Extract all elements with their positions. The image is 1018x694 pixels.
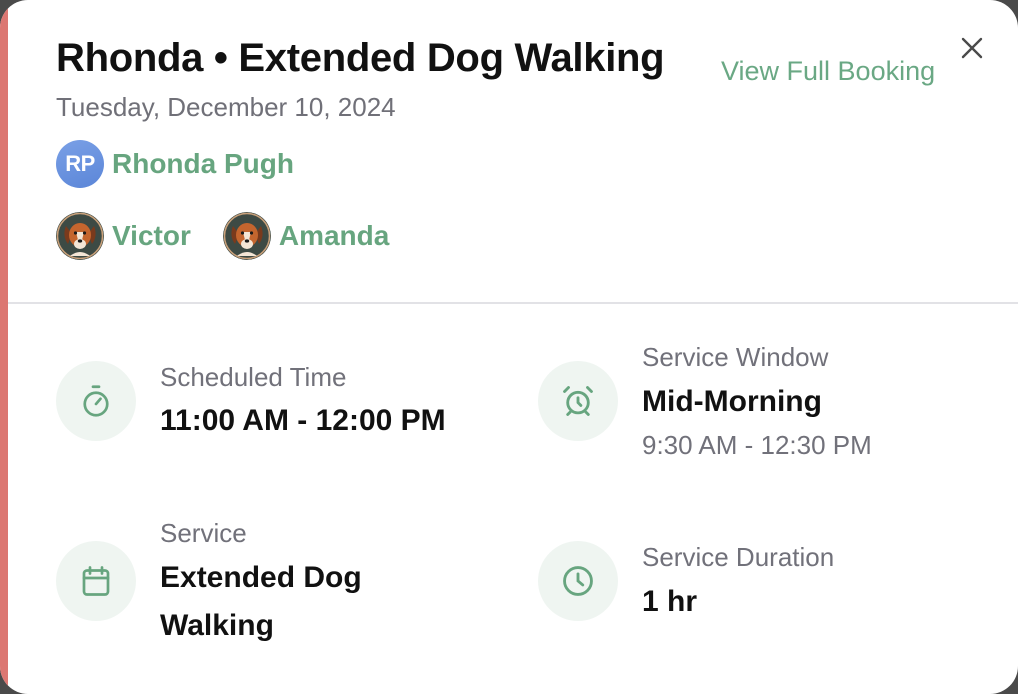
service-window-icon-badge [538,361,618,441]
service-duration-label: Service Duration [642,542,835,572]
service-duration-value: 1 hr [642,585,698,618]
client-row[interactable]: RP Rhonda Pugh [56,140,294,188]
alarm-clock-icon [563,386,593,416]
stopwatch-icon [83,385,109,417]
service-value-line1: Extended Dog [160,561,362,594]
status-accent-bar [0,0,8,694]
pet-item[interactable]: Amanda [222,212,390,260]
dog-avatar-icon [56,212,104,260]
scheduled-time-label: Scheduled Time [160,362,347,392]
pet-item[interactable]: Victor [56,212,191,260]
booking-detail-card: Rhonda • Extended Dog Walking Tuesday, D… [0,0,1018,694]
service-value-line2: Walking [160,609,274,642]
calendar-icon [82,566,110,596]
service-window-value: Mid-Morning [642,385,822,418]
client-name-link[interactable]: Rhonda Pugh [112,148,294,180]
booking-title: Rhonda • Extended Dog Walking [56,36,665,80]
service-window-range: 9:30 AM - 12:30 PM [642,430,872,460]
close-icon [961,37,983,59]
dog-avatar-icon [222,212,271,260]
service-duration-icon-badge [538,541,618,621]
view-full-booking-link[interactable]: View Full Booking [721,56,935,87]
pets-row: Victor Amanda [56,212,421,260]
clock-icon [563,566,593,596]
scheduled-time-icon-badge [56,361,136,441]
service-icon-badge [56,541,136,621]
client-avatar: RP [56,140,104,188]
booking-date: Tuesday, December 10, 2024 [56,92,396,122]
service-label: Service [160,518,247,548]
close-button[interactable] [958,34,986,62]
scheduled-time-value: 11:00 AM - 12:00 PM [160,404,446,437]
pet-name: Amanda [278,220,390,251]
section-divider [8,302,1018,304]
service-window-label: Service Window [642,342,829,372]
pet-name: Victor [112,220,191,251]
